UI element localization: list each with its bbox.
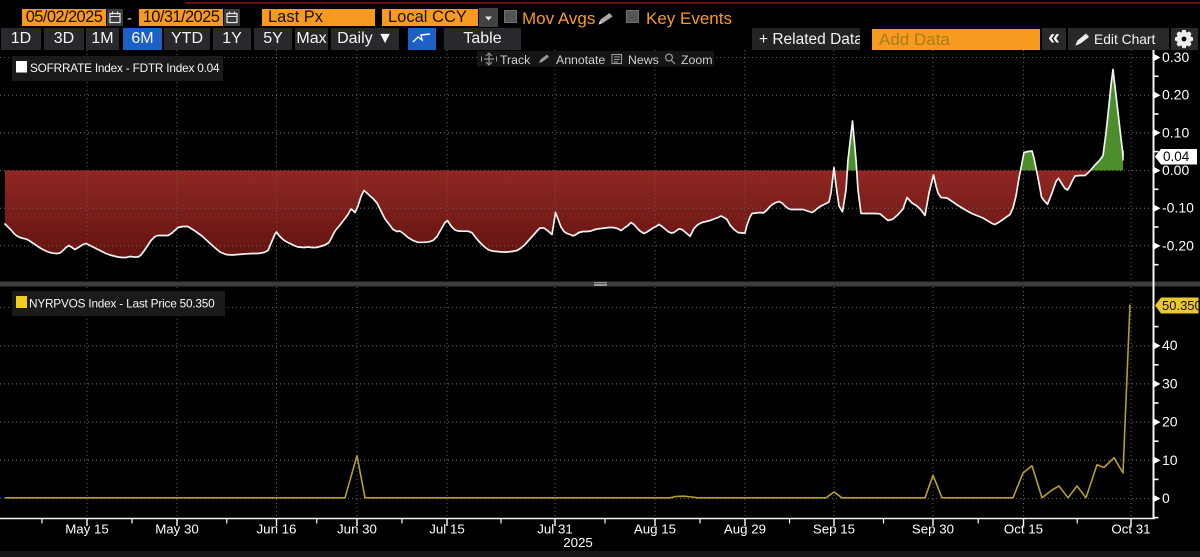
svg-text:0: 0 <box>1162 490 1170 506</box>
svg-text:-0.10: -0.10 <box>1162 200 1194 216</box>
svg-text:0.20: 0.20 <box>1162 87 1189 103</box>
svg-text:-0.20: -0.20 <box>1162 237 1194 253</box>
svg-text:2025: 2025 <box>563 535 593 550</box>
svg-text:10: 10 <box>1162 452 1178 468</box>
svg-text:Oct 15: Oct 15 <box>1004 522 1043 537</box>
svg-text:40: 40 <box>1162 337 1178 353</box>
svg-text:0.10: 0.10 <box>1162 124 1189 140</box>
svg-text:Sep 15: Sep 15 <box>813 522 855 537</box>
svg-text:Jul 15: Jul 15 <box>429 522 464 537</box>
svg-text:Track: Track <box>500 53 531 67</box>
svg-text:SOFRRATE Index - FDTR Index 0.: SOFRRATE Index - FDTR Index 0.04 <box>30 61 220 75</box>
svg-text:Oct 31: Oct 31 <box>1111 522 1150 537</box>
svg-text:Sep 30: Sep 30 <box>912 522 954 537</box>
svg-text:Zoom: Zoom <box>681 53 712 67</box>
svg-text:30: 30 <box>1162 375 1178 391</box>
svg-text:Annotate: Annotate <box>556 53 605 67</box>
svg-text:0.30: 0.30 <box>1162 49 1189 65</box>
svg-text:50.350: 50.350 <box>1162 298 1200 313</box>
svg-text:Aug 29: Aug 29 <box>724 522 766 537</box>
svg-text:Jun 16: Jun 16 <box>257 522 297 537</box>
svg-text:0.04: 0.04 <box>1163 149 1190 164</box>
svg-text:20: 20 <box>1162 414 1178 430</box>
svg-text:NYRPVOS Index - Last Price 50.: NYRPVOS Index - Last Price 50.350 <box>29 297 215 311</box>
svg-text:Jun 30: Jun 30 <box>337 522 377 537</box>
svg-text:May 15: May 15 <box>65 522 109 537</box>
svg-text:Aug 15: Aug 15 <box>634 522 676 537</box>
svg-text:May 30: May 30 <box>155 522 199 537</box>
svg-text:News: News <box>628 53 659 67</box>
